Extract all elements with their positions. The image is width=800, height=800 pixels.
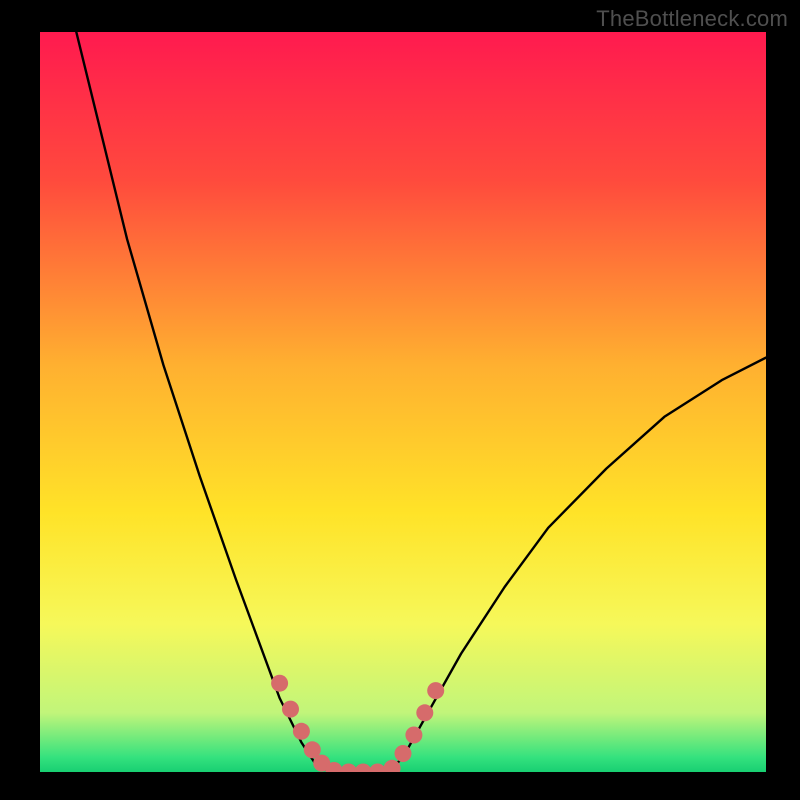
curve-marker: [416, 704, 433, 721]
curve-marker: [369, 764, 386, 781]
curve-marker: [427, 682, 444, 699]
curve-marker: [405, 727, 422, 744]
curve-marker: [384, 760, 401, 777]
curve-marker: [355, 764, 372, 781]
bottleneck-curve-chart: [0, 0, 800, 800]
watermark-text: TheBottleneck.com: [596, 6, 788, 32]
plot-background: [40, 32, 766, 772]
curve-marker: [326, 762, 343, 779]
curve-marker: [271, 675, 288, 692]
chart-frame: TheBottleneck.com: [0, 0, 800, 800]
curve-marker: [293, 723, 310, 740]
curve-marker: [340, 764, 357, 781]
curve-marker: [395, 745, 412, 762]
curve-marker: [282, 701, 299, 718]
